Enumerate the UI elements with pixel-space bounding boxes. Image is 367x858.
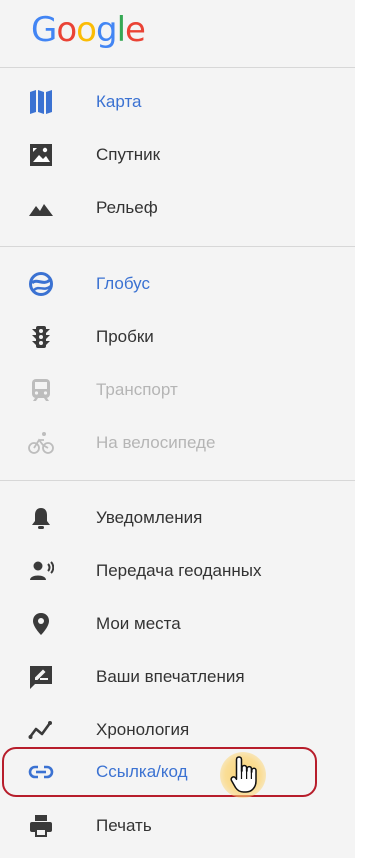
divider-1: [0, 246, 355, 247]
feedback-pencil-icon: [28, 664, 54, 690]
timeline-icon: [28, 717, 54, 743]
menu-item-bicycle-label: На велосипеде: [96, 433, 216, 452]
menu-item-globe-label: Глобус: [96, 274, 150, 293]
traffic-light-icon: [28, 324, 54, 350]
place-pin-icon: [28, 611, 54, 637]
logo-letter-l: l: [116, 10, 127, 50]
menu-item-print[interactable]: Печать: [0, 800, 355, 852]
satellite-icon: [28, 142, 54, 168]
divider-2: [0, 480, 355, 481]
logo-letter-o2: o: [76, 10, 97, 50]
printer-icon: [28, 813, 54, 839]
hand-cursor-icon: [230, 756, 257, 793]
menu-item-bicycle[interactable]: На велосипеде: [0, 417, 355, 469]
menu-item-contributions-label: Ваши впечатления: [96, 667, 245, 686]
google-logo: Google: [31, 10, 146, 50]
globe-icon: [28, 271, 54, 297]
menu-item-globe[interactable]: Глобус: [0, 258, 355, 310]
menu-item-notifications[interactable]: Уведомления: [0, 492, 355, 544]
bell-icon: [28, 505, 54, 531]
terrain-icon: [28, 195, 54, 221]
menu-item-location-sharing-label: Передача геоданных: [96, 561, 262, 580]
transit-icon: [28, 377, 54, 403]
logo-letter-o1: o: [56, 10, 77, 50]
menu-item-print-label: Печать: [96, 816, 152, 835]
location-sharing-icon: [28, 558, 54, 584]
menu-item-notifications-label: Уведомления: [96, 508, 203, 527]
menu-item-traffic[interactable]: Пробки: [0, 311, 355, 363]
menu-item-transit[interactable]: Транспорт: [0, 364, 355, 416]
menu-item-transit-label: Транспорт: [96, 380, 178, 399]
menu-item-location-sharing[interactable]: Передача геоданных: [0, 545, 355, 597]
menu-item-timeline-label: Хронология: [96, 720, 190, 739]
menu-item-satellite[interactable]: Спутник: [0, 129, 355, 181]
menu-item-share-link-label: Ссылка/код: [96, 762, 188, 781]
menu-item-traffic-label: Пробки: [96, 327, 154, 346]
logo-letter-g2: g: [95, 10, 118, 50]
menu-item-my-places[interactable]: Мои места: [0, 598, 355, 650]
divider-top: [0, 67, 355, 68]
logo-letter-g: G: [31, 10, 57, 50]
logo-letter-e: e: [125, 10, 146, 50]
menu-item-map-label: Карта: [96, 92, 142, 111]
menu-item-my-places-label: Мои места: [96, 614, 181, 633]
link-icon: [28, 759, 54, 785]
menu-item-terrain[interactable]: Рельеф: [0, 182, 355, 234]
menu-item-satellite-label: Спутник: [96, 145, 161, 164]
side-menu-panel: Google Карта Спутник Рельеф Глобус Пробк…: [0, 0, 355, 858]
menu-item-map[interactable]: Карта: [0, 76, 355, 128]
menu-item-share-link[interactable]: Ссылка/код: [0, 746, 355, 798]
map-icon: [28, 89, 54, 115]
bicycle-icon: [28, 430, 54, 456]
menu-item-terrain-label: Рельеф: [96, 198, 158, 217]
menu-item-contributions[interactable]: Ваши впечатления: [0, 651, 355, 703]
